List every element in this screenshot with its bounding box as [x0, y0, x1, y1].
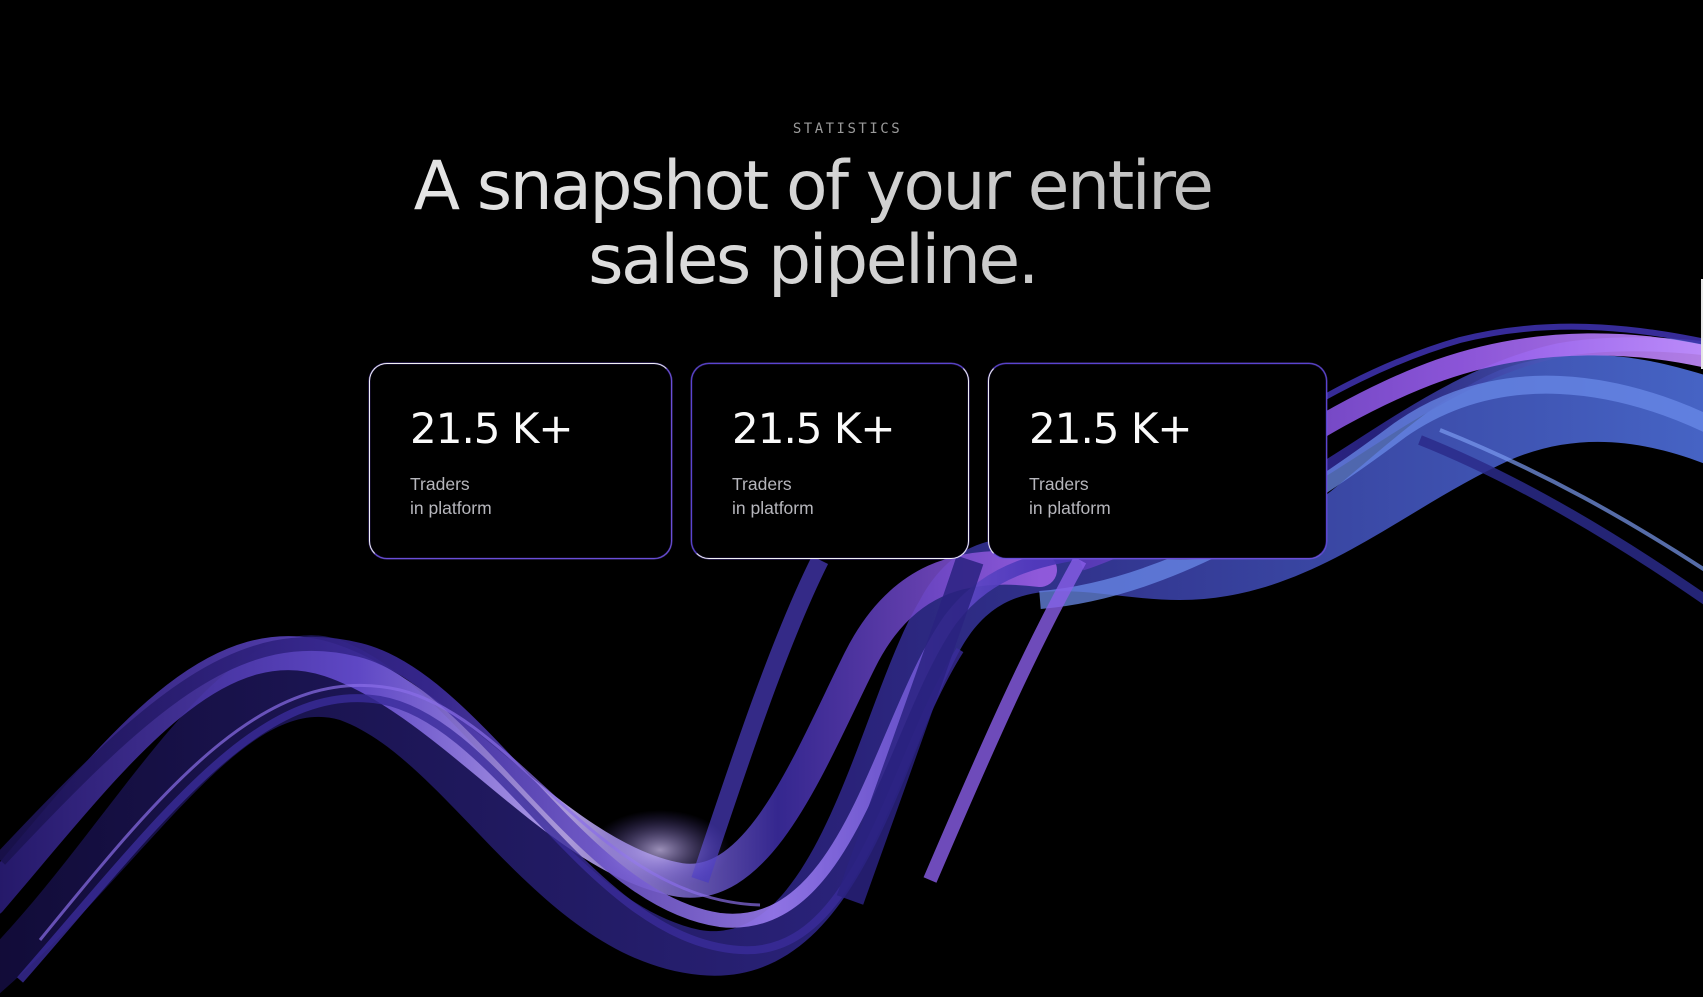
stat-label-line-2: in platform — [1029, 498, 1111, 518]
ribbon-glow — [590, 810, 730, 890]
stat-card: 21.5 K+ Traders in platform — [988, 363, 1327, 559]
stat-label: Traders in platform — [1029, 472, 1111, 520]
section-eyebrow: STATISTICS — [792, 121, 903, 137]
stat-value: 21.5 K+ — [410, 404, 574, 453]
stat-label: Traders in platform — [732, 472, 814, 520]
stat-card: 21.5 K+ Traders in platform — [691, 363, 969, 559]
stat-label-line-2: in platform — [732, 498, 814, 518]
stat-label: Traders in platform — [410, 472, 492, 520]
stat-label-line-1: Traders — [1029, 474, 1089, 494]
stat-label-line-1: Traders — [732, 474, 792, 494]
section-headline: A snapshot of your entire sales pipeline… — [0, 150, 1625, 298]
stat-label-line-1: Traders — [410, 474, 470, 494]
headline-line-1: A snapshot of your entire — [413, 147, 1212, 226]
stat-label-line-2: in platform — [410, 498, 492, 518]
stat-value: 21.5 K+ — [1029, 404, 1193, 453]
stat-card: 21.5 K+ Traders in platform — [369, 363, 672, 559]
headline-line-2: sales pipeline. — [588, 221, 1037, 300]
stat-value: 21.5 K+ — [732, 404, 896, 453]
